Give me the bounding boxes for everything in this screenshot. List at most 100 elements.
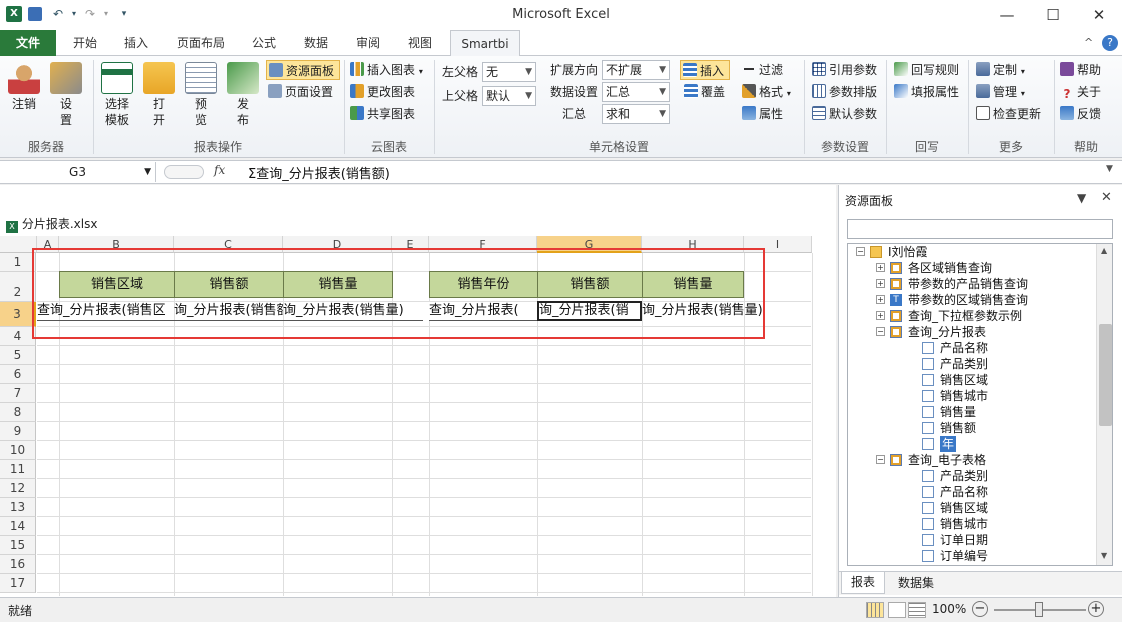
row-header[interactable]: 14 [0,517,36,536]
tab-formulas[interactable]: 公式 [242,30,286,56]
row-header[interactable]: 6 [0,365,36,384]
row-header[interactable]: 3 [0,302,36,327]
tree-node[interactable]: 订单编号 [848,548,1096,564]
tab-home[interactable]: 开始 [60,30,110,56]
param-layout-button[interactable]: 参数排版 [812,82,877,102]
manage-button[interactable]: 管理 ▾ [976,82,1025,102]
panel-close-icon[interactable]: ✕ [1101,190,1112,205]
fill-attr-button[interactable]: 填报属性 [894,82,959,102]
tree-node[interactable]: 年 [848,436,1096,452]
page-layout-view-icon[interactable] [888,602,906,618]
tree-node[interactable]: 产品名称 [848,340,1096,356]
cover-mode-button[interactable]: 覆盖 [684,82,725,102]
maximize-button[interactable]: ☐ [1030,0,1076,30]
check-update-button[interactable]: 检查更新 [976,104,1041,124]
row-header[interactable]: 13 [0,498,36,517]
formula-expand-icon[interactable]: ▼ [1106,164,1113,174]
data-setting-select[interactable]: 汇总 ▼ [602,82,670,102]
select-template-button[interactable]: 选择 模板 [98,62,136,128]
insert-mode-button[interactable]: 插入 [680,60,730,80]
row-header[interactable]: 2 [0,272,36,302]
tab-insert[interactable]: 插入 [112,30,160,56]
tree-node[interactable]: 销售额 [848,420,1096,436]
row-header[interactable]: 12 [0,479,36,498]
tree-node[interactable]: − 查询_分片报表 [848,324,1096,340]
logout-button[interactable]: 注销 [6,62,42,112]
scroll-up-icon[interactable]: ▲ [1101,246,1107,255]
row-header[interactable]: 17 [0,574,36,593]
tab-datasets[interactable]: 数据集 [891,572,941,594]
tree-node[interactable]: + 带参数的产品销售查询 [848,276,1096,292]
tree-node[interactable]: + T 带参数的区域销售查询 [848,292,1096,308]
row-header[interactable]: 4 [0,327,36,346]
settings-button[interactable]: 设 置 [48,62,84,128]
tree-node[interactable]: 销售区域 [848,372,1096,388]
row-header[interactable]: 8 [0,403,36,422]
tab-reports[interactable]: 报表 [841,572,885,594]
zoom-slider-thumb[interactable] [1035,602,1043,617]
zoom-level[interactable]: 100% [932,602,966,616]
publish-button[interactable]: 发 布 [224,62,262,128]
tree-node[interactable]: 产品名称 [848,484,1096,500]
tree-node[interactable]: 产品类别 [848,356,1096,372]
tree-node[interactable]: + 各区域销售查询 [848,260,1096,276]
tree-node[interactable]: 订单日期 [848,532,1096,548]
scroll-down-icon[interactable]: ▼ [1101,551,1107,560]
formula-bar-resize-handle[interactable] [164,165,204,179]
tree-expander-icon[interactable]: + [876,279,885,288]
format-button[interactable]: 格式 ▾ [742,82,791,102]
tree-node[interactable]: 销售区域 [848,500,1096,516]
row-header[interactable]: 15 [0,536,36,555]
panel-menu-icon[interactable]: ▼ [1077,191,1086,205]
tree-node[interactable]: 销售城市 [848,516,1096,532]
top-parent-select[interactable]: 默认 ▼ [482,86,536,106]
page-setup-button[interactable]: 页面设置 [268,82,333,102]
left-parent-select[interactable]: 无 ▼ [482,62,536,82]
row-header[interactable]: 5 [0,346,36,365]
page-break-view-icon[interactable] [908,602,926,618]
resource-panel-button[interactable]: 资源面板 [266,60,340,80]
tree-expander-icon[interactable]: + [876,263,885,272]
attribute-button[interactable]: 属性 [742,104,783,124]
insert-chart-button[interactable]: 插入图表 ▾ [350,60,423,80]
normal-view-icon[interactable] [866,602,884,618]
zoom-in-icon[interactable]: + [1088,601,1104,617]
preview-button[interactable]: 预 览 [184,62,218,128]
name-box-dropdown-icon[interactable]: ▼ [144,162,151,182]
tab-smartbi[interactable]: Smartbi [450,30,520,57]
help-button[interactable]: 帮助 [1060,60,1101,80]
close-button[interactable]: ✕ [1076,0,1122,30]
tree-expander-icon[interactable]: + [876,311,885,320]
tree-node[interactable]: − 查询_电子表格 [848,452,1096,468]
formula-input[interactable]: Σ查询_分片报表(销售额) [248,163,390,182]
help-icon[interactable]: ? [1102,35,1118,51]
tree-expander-icon[interactable]: − [876,327,885,336]
tree-node[interactable]: 产品类别 [848,468,1096,484]
tree-node[interactable]: − I刘怡霞 [848,244,1096,260]
name-box[interactable]: G3 ▼ [0,162,156,182]
row-header[interactable]: 7 [0,384,36,403]
row-header[interactable]: 10 [0,441,36,460]
expand-direction-select[interactable]: 不扩展 ▼ [602,60,670,80]
tree-expander-icon[interactable]: + [876,295,885,304]
tree-node[interactable]: 销售量 [848,404,1096,420]
row-header[interactable]: 1 [0,253,36,272]
ribbon-collapse-icon[interactable]: ^ [1084,36,1093,49]
change-chart-button[interactable]: 更改图表 [350,82,415,102]
tree-expander-icon[interactable]: − [876,455,885,464]
feedback-button[interactable]: 反馈 [1060,104,1101,124]
row-header[interactable]: 11 [0,460,36,479]
scroll-thumb[interactable] [1099,324,1112,426]
writeback-rules-button[interactable]: 回写规则 [894,60,959,80]
ref-param-button[interactable]: 引用参数 [812,60,877,80]
summary-select[interactable]: 求和 ▼ [602,104,670,124]
tree-node[interactable]: + 查询_下拉框参数示例 [848,308,1096,324]
custom-button[interactable]: 定制 ▾ [976,60,1025,80]
about-button[interactable]: ? 关于 [1060,82,1102,102]
tree-expander-icon[interactable]: − [856,247,865,256]
row-header[interactable]: 9 [0,422,36,441]
share-chart-button[interactable]: 共享图表 [350,104,415,124]
default-param-button[interactable]: 默认参数 [812,104,877,124]
insert-function-icon[interactable]: fx [214,163,225,177]
filter-button[interactable]: 过滤 [742,60,783,80]
